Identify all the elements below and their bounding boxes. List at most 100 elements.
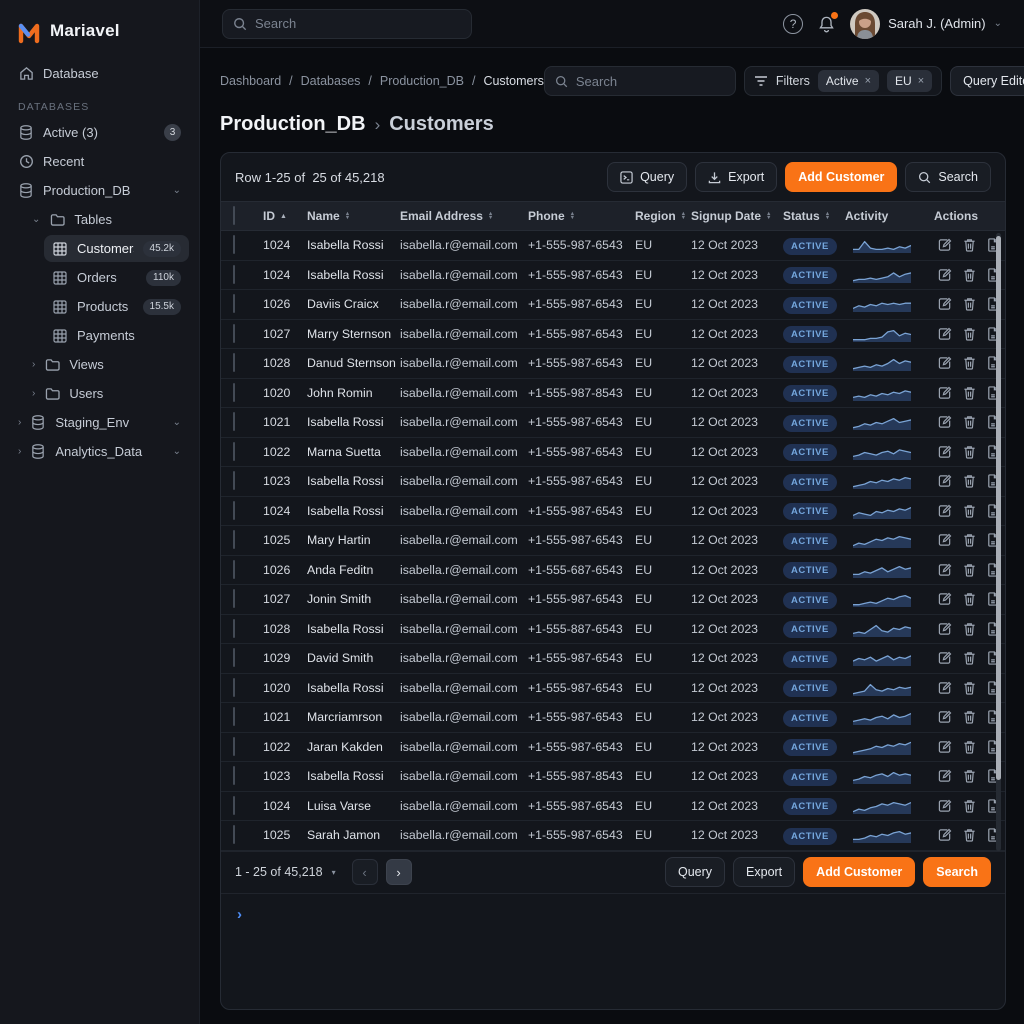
footer-export-button[interactable]: Export xyxy=(733,857,795,887)
sidebar-item-database[interactable]: Database xyxy=(10,60,189,87)
sidebar-item-customers[interactable]: Customers 45.2k xyxy=(44,235,189,262)
expand-console-chevron-icon[interactable]: › xyxy=(237,906,242,923)
sidebar-item-production-db[interactable]: Production_DB ⌄ xyxy=(10,177,189,204)
edit-icon[interactable] xyxy=(938,297,952,311)
delete-icon[interactable] xyxy=(963,681,976,695)
sidebar-item-tables[interactable]: ⌄ Tables xyxy=(24,206,189,233)
page-search-input[interactable] xyxy=(576,74,725,89)
edit-icon[interactable] xyxy=(938,710,952,724)
row-checkbox[interactable] xyxy=(233,501,235,520)
edit-icon[interactable] xyxy=(938,799,952,813)
delete-icon[interactable] xyxy=(963,651,976,665)
column-header-region[interactable]: Region▲▼ xyxy=(635,209,691,223)
next-page-button[interactable]: › xyxy=(386,859,412,885)
footer-add-customer-button[interactable]: Add Customer xyxy=(803,857,915,887)
edit-icon[interactable] xyxy=(938,386,952,400)
row-checkbox[interactable] xyxy=(233,471,235,490)
pagination-info[interactable]: 1 - 25 of 45,218 ▾ xyxy=(235,865,336,879)
sidebar-item-orders[interactable]: Orders 110k xyxy=(44,264,189,291)
close-icon[interactable]: × xyxy=(918,75,924,87)
edit-icon[interactable] xyxy=(938,651,952,665)
breadcrumb-databases[interactable]: Databases xyxy=(301,74,361,88)
edit-icon[interactable] xyxy=(938,356,952,370)
edit-icon[interactable] xyxy=(938,415,952,429)
delete-icon[interactable] xyxy=(963,504,976,518)
close-icon[interactable]: × xyxy=(865,75,871,87)
delete-icon[interactable] xyxy=(963,415,976,429)
search-button[interactable]: Search xyxy=(905,162,991,192)
filter-chip-active[interactable]: Active × xyxy=(818,70,879,92)
delete-icon[interactable] xyxy=(963,769,976,783)
edit-icon[interactable] xyxy=(938,445,952,459)
row-checkbox[interactable] xyxy=(233,412,235,431)
row-checkbox[interactable] xyxy=(233,265,235,284)
row-checkbox[interactable] xyxy=(233,648,235,667)
edit-icon[interactable] xyxy=(938,563,952,577)
breadcrumb-customers[interactable]: Customers xyxy=(483,74,543,88)
delete-icon[interactable] xyxy=(963,622,976,636)
column-header-name[interactable]: Name▲▼ xyxy=(307,209,400,223)
breadcrumb-dashboard[interactable]: Dashboard xyxy=(220,74,281,88)
row-checkbox[interactable] xyxy=(233,353,235,372)
row-checkbox[interactable] xyxy=(233,766,235,785)
global-search[interactable] xyxy=(222,9,472,39)
sidebar-item-staging-env[interactable]: › Staging_Env ⌄ xyxy=(10,409,189,436)
page-search[interactable] xyxy=(544,66,736,96)
filters-label[interactable]: Filters xyxy=(776,74,810,88)
row-checkbox[interactable] xyxy=(233,294,235,313)
sidebar-item-views[interactable]: › Views xyxy=(24,351,189,378)
query-editor-button[interactable]: Query Editor xyxy=(950,66,1024,96)
breadcrumb-production-db[interactable]: Production_DB xyxy=(380,74,464,88)
column-header-signup-date[interactable]: Signup Date▲▼ xyxy=(691,209,783,223)
help-icon[interactable]: ? xyxy=(783,14,803,34)
edit-icon[interactable] xyxy=(938,740,952,754)
delete-icon[interactable] xyxy=(963,710,976,724)
row-checkbox[interactable] xyxy=(233,619,235,638)
edit-icon[interactable] xyxy=(938,327,952,341)
delete-icon[interactable] xyxy=(963,474,976,488)
delete-icon[interactable] xyxy=(963,592,976,606)
edit-icon[interactable] xyxy=(938,828,952,842)
sidebar-item-recent[interactable]: Recent xyxy=(10,148,189,175)
delete-icon[interactable] xyxy=(963,445,976,459)
delete-icon[interactable] xyxy=(963,828,976,842)
global-search-input[interactable] xyxy=(255,16,461,31)
row-checkbox[interactable] xyxy=(233,530,235,549)
edit-icon[interactable] xyxy=(938,238,952,252)
column-header-status[interactable]: Status▲▼ xyxy=(783,209,845,223)
row-checkbox[interactable] xyxy=(233,589,235,608)
delete-icon[interactable] xyxy=(963,563,976,577)
edit-icon[interactable] xyxy=(938,474,952,488)
row-checkbox[interactable] xyxy=(233,707,235,726)
column-header-email[interactable]: Email Address▲▼ xyxy=(400,209,528,223)
row-checkbox[interactable] xyxy=(233,825,235,844)
delete-icon[interactable] xyxy=(963,386,976,400)
row-checkbox[interactable] xyxy=(233,560,235,579)
scrollbar-thumb[interactable] xyxy=(996,236,1001,780)
row-checkbox[interactable] xyxy=(233,442,235,461)
user-menu[interactable]: Sarah J. (Admin) ⌄ xyxy=(850,9,1002,39)
sidebar-item-analytics-data[interactable]: › Analytics_Data ⌄ xyxy=(10,438,189,465)
delete-icon[interactable] xyxy=(963,327,976,341)
row-checkbox[interactable] xyxy=(233,796,235,815)
filter-icon[interactable] xyxy=(754,75,768,87)
delete-icon[interactable] xyxy=(963,238,976,252)
edit-icon[interactable] xyxy=(938,622,952,636)
filter-chip-eu[interactable]: EU × xyxy=(887,70,932,92)
notifications-button[interactable] xyxy=(818,15,835,33)
query-button[interactable]: Query xyxy=(607,162,687,192)
edit-icon[interactable] xyxy=(938,681,952,695)
footer-query-button[interactable]: Query xyxy=(665,857,725,887)
edit-icon[interactable] xyxy=(938,533,952,547)
edit-icon[interactable] xyxy=(938,504,952,518)
footer-search-button[interactable]: Search xyxy=(923,857,991,887)
column-header-phone[interactable]: Phone▲▼ xyxy=(528,209,635,223)
row-checkbox[interactable] xyxy=(233,678,235,697)
export-button[interactable]: Export xyxy=(695,162,777,192)
sidebar-item-payments[interactable]: Payments xyxy=(44,322,189,349)
add-customer-button[interactable]: Add Customer xyxy=(785,162,897,192)
delete-icon[interactable] xyxy=(963,799,976,813)
edit-icon[interactable] xyxy=(938,769,952,783)
delete-icon[interactable] xyxy=(963,740,976,754)
column-header-id[interactable]: ID▲ xyxy=(263,209,307,223)
